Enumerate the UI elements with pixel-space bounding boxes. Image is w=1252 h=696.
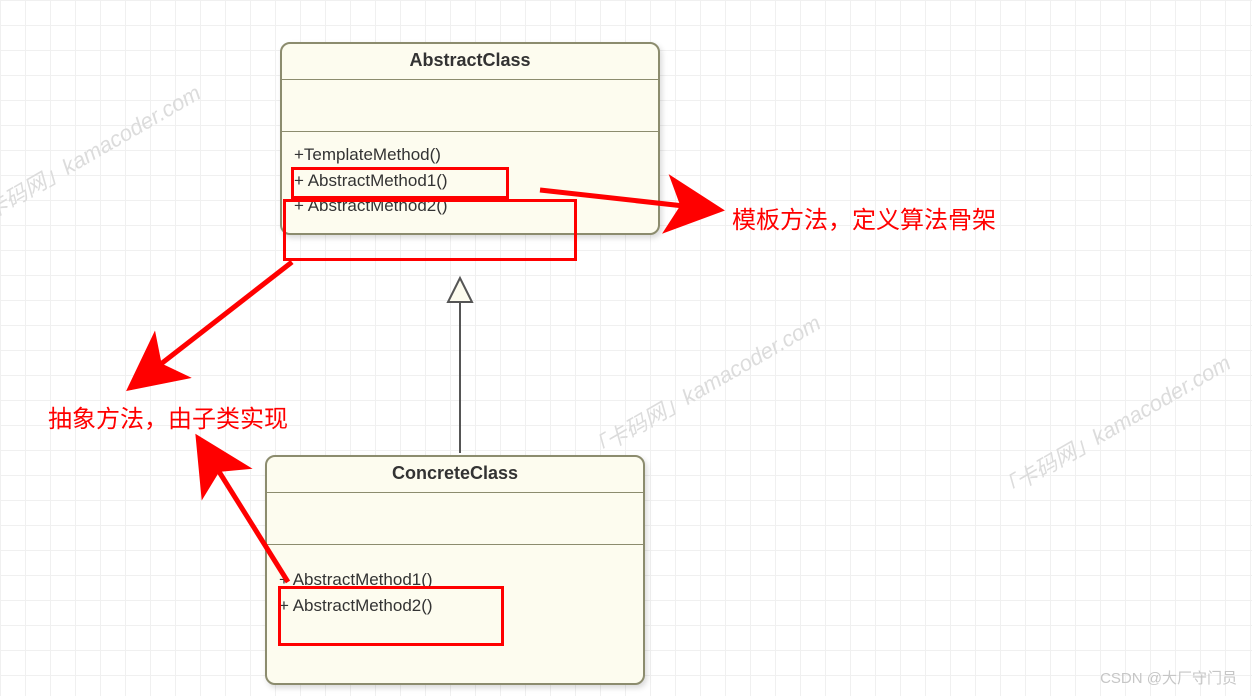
concrete-class-title: ConcreteClass [267, 457, 643, 493]
inheritance-triangle-icon [448, 278, 472, 302]
highlight-template-method [291, 167, 509, 199]
abstract-class-title: AbstractClass [282, 44, 658, 80]
arrow-abstract-to-annotation [130, 262, 292, 388]
method-template: +TemplateMethod() [294, 142, 646, 168]
concrete-class-attributes [267, 493, 643, 545]
watermark-text: 「卡码网」kamacoder.com [990, 346, 1236, 507]
abstract-class-attributes [282, 80, 658, 132]
watermark-text: 「卡码网」kamacoder.com [580, 306, 826, 467]
highlight-concrete-methods [278, 586, 504, 646]
uml-concrete-class: ConcreteClass + AbstractMethod1() + Abst… [265, 455, 645, 685]
annotation-abstract-method: 抽象方法，由子类实现 [48, 399, 288, 434]
watermark-text: 「卡码网」kamacoder.com [0, 76, 206, 237]
highlight-abstract-methods [283, 199, 577, 261]
annotation-template-method: 模板方法，定义算法骨架 [732, 200, 996, 235]
footer-attribution: CSDN @大厂守门员 [1100, 667, 1237, 688]
